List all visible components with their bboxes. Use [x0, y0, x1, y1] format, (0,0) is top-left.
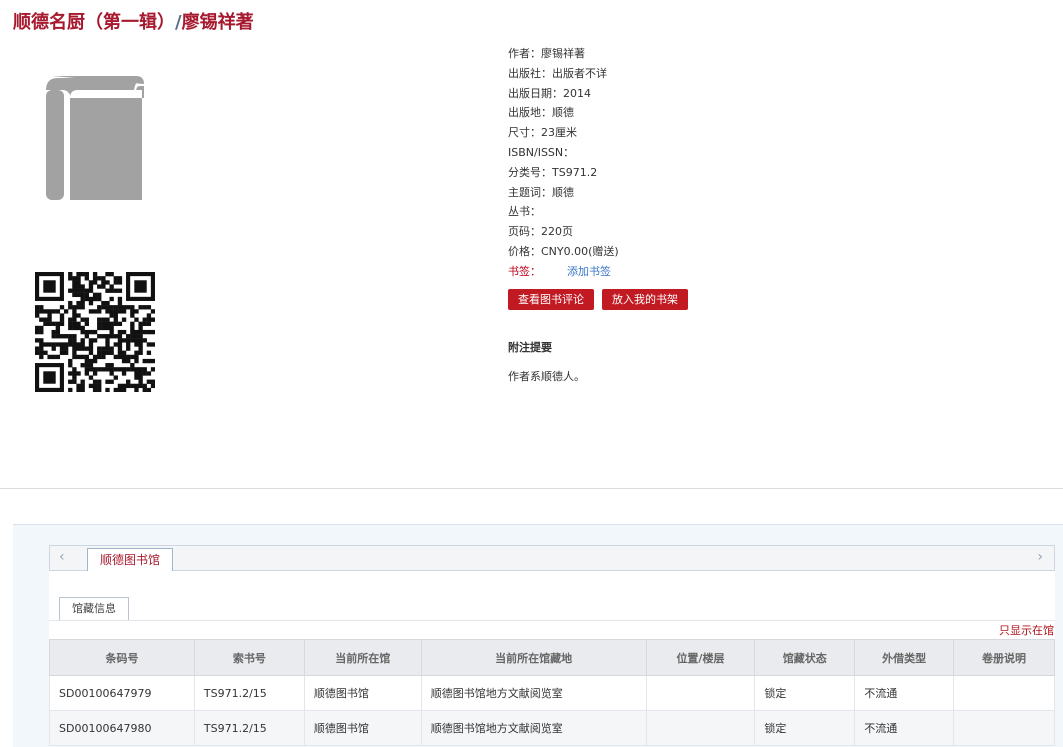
table-cell: 不流通 — [854, 675, 955, 711]
only-available-link[interactable]: 只显示在馆 — [999, 622, 1054, 638]
detail-label: 页码： — [508, 225, 541, 239]
page-title: 顺德名厨（第一辑）/廖锡祥著 — [13, 8, 254, 34]
table-cell — [953, 675, 1055, 711]
table-cell: SD00100647979 — [49, 675, 195, 711]
column-header: 当前所在馆 — [303, 639, 422, 676]
action-buttons: 查看图书评论 放入我的书架 — [508, 289, 688, 310]
detail-value: 2014 — [563, 86, 591, 100]
detail-row: 出版社：出版者不详 — [508, 64, 619, 84]
tab-holdings-info[interactable]: 馆藏信息 — [59, 597, 129, 621]
table-cell: 顺德图书馆 — [303, 710, 422, 746]
table-cell: 锁定 — [754, 710, 856, 746]
detail-label: 分类号： — [508, 165, 552, 179]
detail-label: 价格： — [508, 244, 541, 258]
detail-row: ISBN/ISSN： — [508, 143, 619, 163]
column-header: 索书号 — [193, 639, 305, 676]
chevron-left-icon[interactable]: ‹ — [59, 549, 65, 565]
table-cell: 不流通 — [854, 710, 955, 746]
tags-label: 书签： — [508, 264, 541, 278]
book-title: 顺德名厨（第一辑） — [13, 12, 175, 33]
tags-row: 书签： 添加书签 — [508, 262, 619, 282]
tab-library[interactable]: 顺德图书馆 — [87, 548, 174, 572]
view-reviews-button[interactable]: 查看图书评论 — [508, 289, 594, 310]
table-cell — [953, 710, 1055, 746]
table-cell: 顺德图书馆地方文献阅览室 — [420, 675, 647, 711]
detail-row: 分类号：TS971.2 — [508, 163, 619, 183]
detail-row: 出版地：顺德 — [508, 103, 619, 123]
notes-heading: 附注提要 — [508, 341, 552, 354]
title-separator: / — [175, 12, 182, 33]
detail-value: 廖锡祥著 — [541, 47, 585, 60]
chevron-right-icon[interactable]: › — [1037, 549, 1043, 565]
table-cell — [645, 710, 756, 746]
book-author: 廖锡祥著 — [181, 12, 254, 33]
detail-row: 页码：220页 — [508, 222, 619, 242]
section-divider — [0, 488, 1063, 489]
detail-label: 出版日期： — [508, 86, 563, 100]
detail-label: 主题词： — [508, 185, 552, 199]
library-tab-bar: ‹ 顺德图书馆 › — [49, 545, 1055, 572]
detail-label: 出版社： — [508, 66, 552, 80]
detail-row: 主题词：顺德 — [508, 183, 619, 203]
column-header: 馆藏状态 — [754, 639, 856, 676]
detail-label: ISBN/ISSN： — [508, 145, 575, 159]
detail-value: 220页 — [541, 225, 573, 239]
table-cell: TS971.2/15 — [193, 710, 305, 746]
detail-row: 丛书： — [508, 202, 619, 222]
add-to-shelf-button[interactable]: 放入我的书架 — [602, 289, 688, 310]
detail-value: TS971.2 — [552, 165, 598, 179]
column-header: 条码号 — [49, 639, 195, 676]
column-header: 外借类型 — [854, 639, 955, 676]
detail-label: 出版地： — [508, 106, 552, 120]
table-cell: 顺德图书馆 — [303, 675, 422, 711]
subtab-divider — [49, 620, 1055, 621]
table-header: 条码号 索书号 当前所在馆 当前所在馆藏地 位置/楼层 馆藏状态 外借类型 卷册说明 — [49, 639, 1055, 676]
detail-value: 出版者不详 — [552, 66, 607, 80]
book-details: 作者：廖锡祥著 出版社：出版者不详 出版日期：2014 出版地：顺德 尺寸：23厘米 IS… — [508, 44, 619, 282]
notes-body: 作者系顺德人。 — [508, 370, 585, 383]
qr-code-icon — [35, 272, 156, 393]
detail-row: 尺寸：23厘米 — [508, 123, 619, 143]
table-cell: TS971.2/15 — [193, 675, 305, 711]
table-cell: 锁定 — [754, 675, 856, 711]
column-header: 位置/楼层 — [645, 639, 756, 676]
detail-label: 尺寸： — [508, 126, 541, 140]
holdings-table: 条码号 索书号 当前所在馆 当前所在馆藏地 位置/楼层 馆藏状态 外借类型 卷册说明 SD00… — [49, 639, 1055, 746]
book-icon — [46, 76, 144, 200]
column-header: 当前所在馆藏地 — [420, 639, 647, 676]
table-cell — [645, 675, 756, 711]
table-row: SD00100647980 TS971.2/15 顺德图书馆 顺德图书馆地方文献阅览室… — [49, 710, 1055, 746]
detail-row: 出版日期：2014 — [508, 84, 619, 104]
detail-value: 23厘米 — [541, 126, 577, 140]
detail-value: 顺德 — [552, 106, 574, 120]
detail-label: 作者： — [508, 47, 541, 60]
table-cell: 顺德图书馆地方文献阅览室 — [420, 710, 647, 746]
detail-row: 作者：廖锡祥著 — [508, 44, 619, 64]
detail-value: CNY0.00(赠送) — [541, 244, 619, 258]
add-tag-link[interactable]: 添加书签 — [567, 265, 611, 278]
table-row: SD00100647979 TS971.2/15 顺德图书馆 顺德图书馆地方文献阅览室… — [49, 675, 1055, 711]
column-header: 卷册说明 — [953, 639, 1055, 676]
table-cell: SD00100647980 — [49, 710, 195, 746]
detail-row: 价格：CNY0.00(赠送) — [508, 242, 619, 262]
detail-label: 丛书： — [508, 205, 541, 219]
detail-value: 顺德 — [552, 185, 574, 199]
